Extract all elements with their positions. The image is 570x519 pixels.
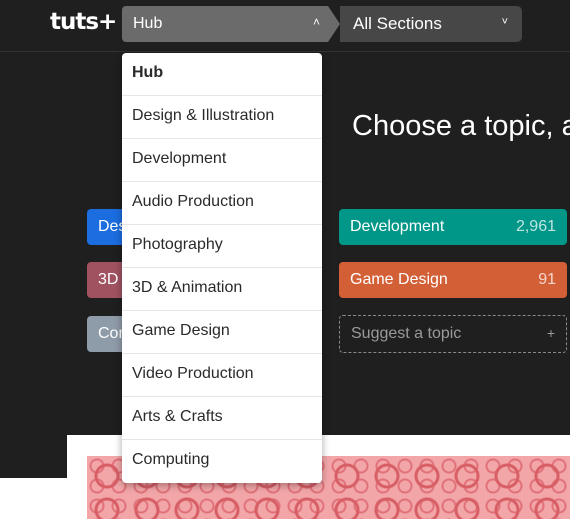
content-panel-edge	[0, 478, 67, 519]
menu-item-label: Video Production	[132, 365, 254, 382]
menu-item-label: Design & Illustration	[132, 107, 275, 124]
topic-tile-label: Cor	[98, 325, 124, 342]
menu-item-photography[interactable]: Photography	[122, 225, 322, 268]
topic-tile-label: 3D	[98, 271, 119, 288]
topic-tile-label: Game Design	[350, 271, 448, 288]
menu-item-label: Computing	[132, 451, 210, 468]
all-sections-label: All Sections	[353, 14, 442, 33]
hub-breadcrumb-button[interactable]: Hub ˄	[122, 6, 328, 42]
plus-icon: +	[546, 325, 555, 341]
topic-tile-development[interactable]: Development 2,961	[339, 209, 567, 245]
top-navigation-bar: tuts+ Hub ˄ All Sections ˅	[0, 0, 570, 52]
suggest-topic-button[interactable]: Suggest a topic +	[339, 315, 567, 353]
tuts-logo[interactable]: tuts+	[50, 9, 117, 35]
all-sections-dropdown-button[interactable]: All Sections ˅	[340, 6, 522, 42]
menu-item-label: Game Design	[132, 322, 230, 339]
hub-breadcrumb-label: Hub	[133, 15, 163, 32]
breadcrumb-separator-arrow	[328, 6, 340, 42]
hub-dropdown-menu: Hub Design & Illustration Development Au…	[122, 53, 322, 483]
menu-item-hub[interactable]: Hub	[122, 53, 322, 96]
chevron-down-icon: ˅	[501, 16, 508, 28]
menu-item-development[interactable]: Development	[122, 139, 322, 182]
topic-tile-game-design[interactable]: Game Design 91	[339, 262, 567, 298]
menu-item-3d-animation[interactable]: 3D & Animation	[122, 268, 322, 311]
menu-item-audio-production[interactable]: Audio Production	[122, 182, 322, 225]
menu-item-label: Hub	[132, 64, 164, 81]
page-headline: Choose a topic, a	[352, 110, 570, 142]
menu-item-design-illustration[interactable]: Design & Illustration	[122, 96, 322, 139]
menu-item-video-production[interactable]: Video Production	[122, 354, 322, 397]
topic-tile-count: 91	[538, 271, 556, 288]
menu-item-computing[interactable]: Computing	[122, 440, 322, 483]
menu-item-game-design[interactable]: Game Design	[122, 311, 322, 354]
topic-tile-label: Development	[350, 218, 445, 235]
chevron-up-icon: ˄	[312, 15, 320, 29]
menu-item-label: 3D & Animation	[132, 279, 243, 296]
suggest-topic-label: Suggest a topic	[351, 325, 462, 342]
menu-item-label: Photography	[132, 236, 223, 253]
menu-item-label: Audio Production	[132, 193, 254, 210]
menu-item-arts-crafts[interactable]: Arts & Crafts	[122, 397, 322, 440]
menu-item-label: Development	[132, 150, 227, 167]
menu-item-label: Arts & Crafts	[132, 408, 223, 425]
topic-tile-count: 2,961	[515, 218, 556, 235]
